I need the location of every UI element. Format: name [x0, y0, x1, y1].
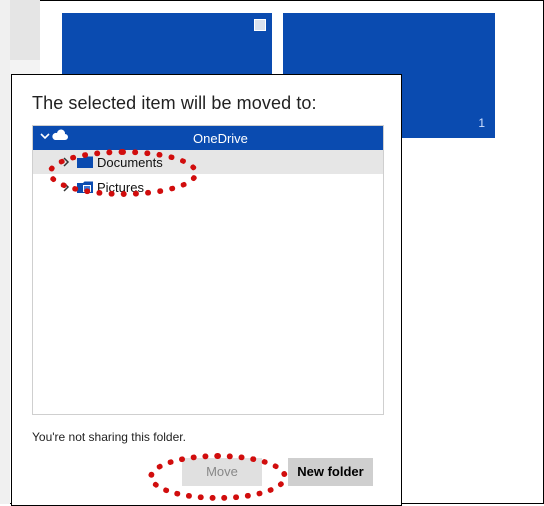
- chevron-down-icon[interactable]: [39, 130, 51, 142]
- tree-item-documents[interactable]: Documents: [33, 150, 383, 174]
- chevron-right-icon[interactable]: [61, 157, 71, 167]
- cloud-icon: [52, 129, 68, 140]
- tree-root-onedrive[interactable]: OneDrive: [33, 126, 383, 150]
- tree-item-label: Pictures: [97, 180, 144, 195]
- left-rail: [0, 0, 10, 504]
- tile-checkbox[interactable]: [254, 19, 266, 31]
- left-panel-top: [10, 0, 40, 60]
- move-button[interactable]: Move: [182, 458, 262, 486]
- folder-tree: OneDrive Documents Pictures: [32, 125, 384, 415]
- folder-icon: [77, 156, 93, 168]
- dialog-title: The selected item will be moved to:: [32, 93, 317, 113]
- new-folder-button[interactable]: New folder: [288, 458, 373, 486]
- tile-count: 1: [478, 116, 485, 130]
- sharing-status-text: You're not sharing this folder.: [32, 430, 186, 444]
- tree-item-pictures[interactable]: Pictures: [33, 175, 383, 199]
- tree-root-label: OneDrive: [193, 131, 248, 146]
- pictures-folder-icon: [77, 181, 93, 193]
- chevron-right-icon[interactable]: [61, 182, 71, 192]
- tree-item-label: Documents: [97, 155, 163, 170]
- move-dialog: The selected item will be moved to: OneD…: [11, 74, 402, 506]
